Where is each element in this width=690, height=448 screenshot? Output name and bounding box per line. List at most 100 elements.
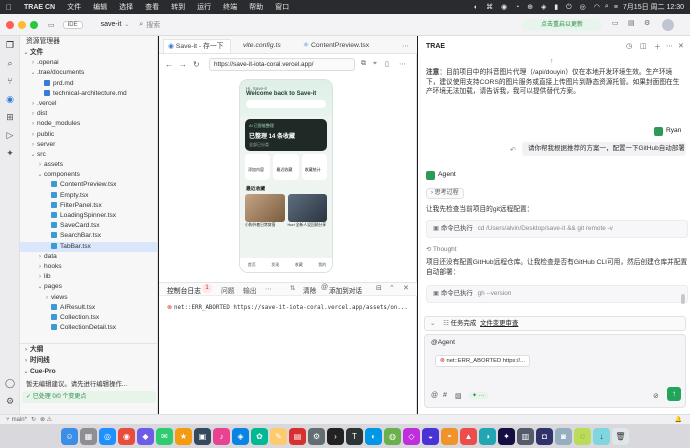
app-icon[interactable]: ▥ xyxy=(517,427,534,445)
command-search-input[interactable]: 搜索 xyxy=(146,20,160,30)
app-icon[interactable]: ▣ xyxy=(194,427,211,445)
scroll-up-icon[interactable]: ↑ xyxy=(550,58,554,65)
tree-folder[interactable]: ⌄pages xyxy=(20,282,157,292)
app-icon[interactable]: ✿ xyxy=(251,427,268,445)
menu-selection[interactable]: 选择 xyxy=(113,2,139,12)
menu-app-name[interactable]: TRAE CN xyxy=(18,4,61,11)
cue-pro-section-header[interactable]: ⌄Cue-Pro xyxy=(22,367,55,377)
quick-action-add[interactable]: 添加内容 xyxy=(245,154,271,180)
cue-status-bar[interactable]: ✓ 已处理 0/0 个变更点 xyxy=(22,391,156,403)
settings-icon[interactable]: ⚙ xyxy=(644,19,650,27)
app-icon[interactable]: ★ xyxy=(175,427,192,445)
tab-console-log[interactable]: 控制台日志 xyxy=(167,285,201,295)
chevron-down-icon[interactable]: ⌄ xyxy=(124,21,129,28)
model-selector[interactable]: ✦ ··· xyxy=(469,392,488,399)
account-icon[interactable]: ◯ xyxy=(0,374,20,392)
layout-toggle-icon[interactable]: ▭ xyxy=(612,19,619,27)
send-button[interactable]: ↑ xyxy=(667,387,681,401)
close-icon[interactable]: ✕ xyxy=(678,42,684,50)
sync-icon[interactable]: ↻ xyxy=(31,416,36,423)
control-center-icon[interactable]: ≡ xyxy=(614,4,618,11)
agent-mention[interactable]: @Agent xyxy=(431,339,455,346)
thought-label[interactable]: ⟲ Thought xyxy=(426,245,456,253)
phone-tab-me[interactable]: 我的 xyxy=(318,262,326,268)
avatar[interactable] xyxy=(662,19,674,31)
app-icon[interactable]: ◍ xyxy=(384,427,401,445)
trash-icon[interactable]: 🗑 xyxy=(612,427,629,445)
inspect-icon[interactable]: ⌖ xyxy=(373,60,377,68)
app-icon[interactable]: ◘ xyxy=(536,427,553,445)
tree-file[interactable]: technical-architecture.md xyxy=(20,89,157,99)
tree-file[interactable]: AIResult.tsx xyxy=(20,303,157,313)
source-control-icon[interactable]: ⑂ xyxy=(0,72,20,90)
undo-icon[interactable]: ↶ xyxy=(510,146,516,154)
app-icon[interactable]: ◈ xyxy=(232,427,249,445)
search-icon[interactable]: ⌕ xyxy=(0,54,20,72)
terminal-icon[interactable]: › xyxy=(327,427,344,445)
status-icons[interactable]: ◐ ⌘ ◉ ◔ ⊕ ◈ ▮ ⏻ ◎ xyxy=(474,3,589,12)
open-external-icon[interactable]: ⧉ xyxy=(361,60,366,68)
messages-icon[interactable]: ✉ xyxy=(156,427,173,445)
tree-file[interactable]: Empty.tsx xyxy=(20,191,157,201)
chrome-icon[interactable]: ◉ xyxy=(118,427,135,445)
preview-icon[interactable]: ◉ xyxy=(0,90,20,108)
tree-file[interactable]: TabBar.tsx xyxy=(20,241,157,252)
search-icon[interactable]: ⌕ xyxy=(605,3,609,11)
tree-file[interactable]: SaveCard.tsx xyxy=(20,221,157,231)
notes-icon[interactable]: ✎ xyxy=(270,427,287,445)
tree-folder[interactable]: › assets xyxy=(20,160,157,170)
add-to-chat-button[interactable]: 添加到对话 xyxy=(329,285,362,295)
file-changes-link[interactable]: 文件变更审查 xyxy=(480,320,518,327)
tree-file[interactable]: ContentPreview.tsx xyxy=(20,180,157,190)
hash-icon[interactable]: # xyxy=(443,392,447,399)
quick-action-stats[interactable]: 收藏统计 xyxy=(301,154,327,180)
app-icon[interactable]: ◌ xyxy=(574,427,591,445)
summary-card[interactable]: AI 已智能整理 已整理 14 条收藏 全部已分类 xyxy=(245,119,327,151)
safari-icon[interactable]: ◎ xyxy=(99,427,116,445)
url-input[interactable]: https://save-it-iota-coral.vercel.app/ xyxy=(209,58,355,71)
layout-icon[interactable]: ▭ xyxy=(48,21,55,29)
calendar-icon[interactable]: ▤ xyxy=(289,427,306,445)
settings-icon[interactable]: ⚙ xyxy=(308,427,325,445)
more-icon[interactable]: ⋯ xyxy=(402,42,409,50)
tab-problems[interactable]: 问题 xyxy=(221,285,235,295)
tree-file[interactable]: SearchBar.tsx xyxy=(20,231,157,241)
close-window-button[interactable] xyxy=(6,20,14,29)
clock[interactable]: 7月15日 周二 12:30 xyxy=(623,2,684,12)
stop-icon[interactable]: ⊘ xyxy=(653,392,659,400)
chat-icon[interactable]: ◫ xyxy=(640,42,647,50)
app-icon[interactable]: ▲ xyxy=(460,427,477,445)
tree-folder[interactable]: › hooks xyxy=(20,262,157,272)
clear-button[interactable]: 清除 xyxy=(303,285,316,295)
panel-toggle-icon[interactable]: ▤ xyxy=(628,19,635,27)
update-button[interactable]: 点击重启以更新 xyxy=(522,19,602,31)
command-executed-1[interactable]: ▣ 命令已执行 cd /Users/alvin/Desktop/save-it … xyxy=(426,220,688,238)
tree-folder[interactable]: › data xyxy=(20,252,157,262)
files-section-header[interactable]: ⌄文件 xyxy=(20,48,157,58)
post-card[interactable]: Hurt 全新人设回顾分享 xyxy=(287,194,327,228)
music-icon[interactable]: ♪ xyxy=(213,427,230,445)
tree-file[interactable]: Collection.tsx xyxy=(20,313,157,323)
tree-folder[interactable]: › node_modules xyxy=(20,119,157,129)
tab-preview[interactable]: ◉ Save-it - 存一下 xyxy=(163,39,231,53)
app-icon[interactable]: ◒ xyxy=(422,427,439,445)
tree-folder[interactable]: ⌄.trae/documents xyxy=(20,68,157,78)
menu-run[interactable]: 运行 xyxy=(191,2,217,12)
zoom-window-button[interactable] xyxy=(30,20,38,29)
error-context-chip[interactable]: ⊗ net::ERR_ABORTED https://... xyxy=(435,355,530,367)
finder-icon[interactable]: ☺ xyxy=(61,427,78,445)
close-panel-icon[interactable]: ✕ xyxy=(403,284,409,292)
tree-folder[interactable]: › server xyxy=(20,140,157,150)
menu-help[interactable]: 帮助 xyxy=(243,2,269,12)
tree-file[interactable]: FilterPanel.tsx xyxy=(20,201,157,211)
menu-go[interactable]: 转到 xyxy=(165,2,191,12)
outline-section-header[interactable]: › 大纲 xyxy=(22,345,43,355)
menu-edit[interactable]: 编辑 xyxy=(87,2,113,12)
maximize-panel-icon[interactable]: ⌃ xyxy=(389,284,395,292)
launchpad-icon[interactable]: ▦ xyxy=(80,427,97,445)
phone-tab-collect[interactable]: 收藏 xyxy=(295,262,303,268)
tree-folder[interactable]: ⌄src xyxy=(20,150,157,160)
timeline-section-header[interactable]: › 时间线 xyxy=(22,356,50,366)
app-icon[interactable]: ◓ xyxy=(441,427,458,445)
settings-gear-icon[interactable]: ⚙ xyxy=(0,392,20,410)
